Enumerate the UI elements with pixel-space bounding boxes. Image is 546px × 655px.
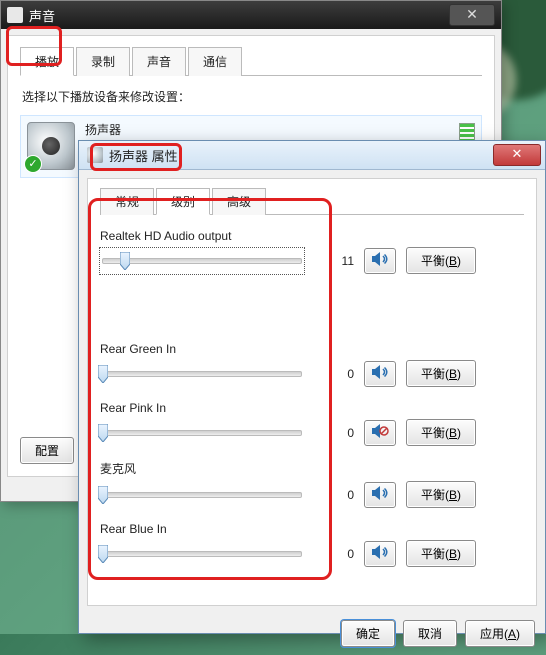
- balance-button[interactable]: 平衡(B): [406, 247, 476, 274]
- properties-titlebar-icon: [87, 147, 103, 163]
- channel-row: 麦克风 0 平衡(B): [100, 460, 524, 508]
- sound-tab-1[interactable]: 录制: [76, 47, 130, 76]
- channels-panel: Realtek HD Audio output11平衡(B)Rear Green…: [100, 229, 524, 567]
- sound-title: 声音: [29, 6, 55, 25]
- channel-controls: 0 平衡(B): [100, 481, 524, 508]
- channel-row: Rear Pink In 0 平衡(B): [100, 401, 524, 446]
- close-button[interactable]: ✕: [449, 4, 495, 26]
- volume-slider[interactable]: [100, 248, 304, 274]
- balance-button[interactable]: 平衡(B): [406, 419, 476, 446]
- volume-value: 11: [314, 254, 354, 268]
- volume-slider[interactable]: [100, 482, 304, 508]
- properties-tab-1[interactable]: 级别: [156, 188, 210, 215]
- channel-controls: 0 平衡(B): [100, 360, 524, 387]
- channel-row: Realtek HD Audio output 11 平衡(B): [100, 229, 524, 274]
- properties-footer: 确定 取消 应用(A): [79, 614, 545, 655]
- slider-thumb-icon[interactable]: [98, 424, 108, 442]
- configure-button[interactable]: 配置: [20, 437, 74, 464]
- volume-value: 0: [314, 426, 354, 440]
- balance-button[interactable]: 平衡(B): [406, 540, 476, 567]
- volume-value: 0: [314, 488, 354, 502]
- sound-tab-0[interactable]: 播放: [20, 47, 74, 76]
- slider-thumb-icon[interactable]: [98, 365, 108, 383]
- sound-tab-3[interactable]: 通信: [188, 47, 242, 76]
- mute-button[interactable]: [364, 482, 396, 508]
- properties-tab-0[interactable]: 常规: [100, 188, 154, 215]
- channel-label: Realtek HD Audio output: [100, 229, 524, 243]
- channel-row: Rear Green In 0 平衡(B): [100, 342, 524, 387]
- properties-tabs: 常规级别高级: [100, 187, 524, 215]
- channel-controls: 11 平衡(B): [100, 247, 524, 274]
- channel-controls: 0 平衡(B): [100, 419, 524, 446]
- channel-label: Rear Green In: [100, 342, 524, 356]
- sound-tabs: 播放录制声音通信: [20, 46, 482, 76]
- volume-slider[interactable]: [100, 541, 304, 567]
- properties-titlebar[interactable]: 扬声器 属性 ✕: [79, 141, 545, 170]
- channel-controls: 0 平衡(B): [100, 540, 524, 567]
- balance-button[interactable]: 平衡(B): [406, 481, 476, 508]
- volume-slider[interactable]: [100, 420, 304, 446]
- sound-titlebar-icon: [7, 7, 23, 23]
- device-name: 扬声器: [85, 122, 453, 138]
- speaker-icon: [371, 485, 389, 504]
- unmute-button[interactable]: [364, 420, 396, 446]
- properties-title: 扬声器 属性: [109, 146, 178, 165]
- mute-button[interactable]: [364, 541, 396, 567]
- mute-button[interactable]: [364, 248, 396, 274]
- channel-label: 麦克风: [100, 460, 524, 477]
- volume-slider[interactable]: [100, 361, 304, 387]
- properties-tab-2[interactable]: 高级: [212, 188, 266, 215]
- device-icon-wrap: ✓: [27, 122, 75, 170]
- channel-label: Rear Pink In: [100, 401, 524, 415]
- close-button[interactable]: ✕: [493, 144, 541, 166]
- volume-value: 0: [314, 547, 354, 561]
- properties-body: 常规级别高级 Realtek HD Audio output11平衡(B)Rea…: [87, 178, 537, 606]
- speaker-icon: [371, 544, 389, 563]
- volume-value: 0: [314, 367, 354, 381]
- properties-window: 扬声器 属性 ✕ 常规级别高级 Realtek HD Audio output 1…: [78, 140, 546, 634]
- speaker-icon: [371, 423, 389, 442]
- channel-label: Rear Blue In: [100, 522, 524, 536]
- speaker-icon: [371, 364, 389, 383]
- channel-row: Rear Blue In 0 平衡(B): [100, 522, 524, 567]
- slider-thumb-icon[interactable]: [98, 486, 108, 504]
- sound-tab-2[interactable]: 声音: [132, 47, 186, 76]
- slider-thumb-icon[interactable]: [98, 545, 108, 563]
- sound-titlebar[interactable]: 声音 ✕: [1, 1, 501, 29]
- slider-thumb-icon[interactable]: [120, 252, 130, 270]
- speaker-icon: [371, 251, 389, 270]
- instruction-text: 选择以下播放设备来修改设置：: [22, 88, 480, 105]
- balance-button[interactable]: 平衡(B): [406, 360, 476, 387]
- mute-button[interactable]: [364, 361, 396, 387]
